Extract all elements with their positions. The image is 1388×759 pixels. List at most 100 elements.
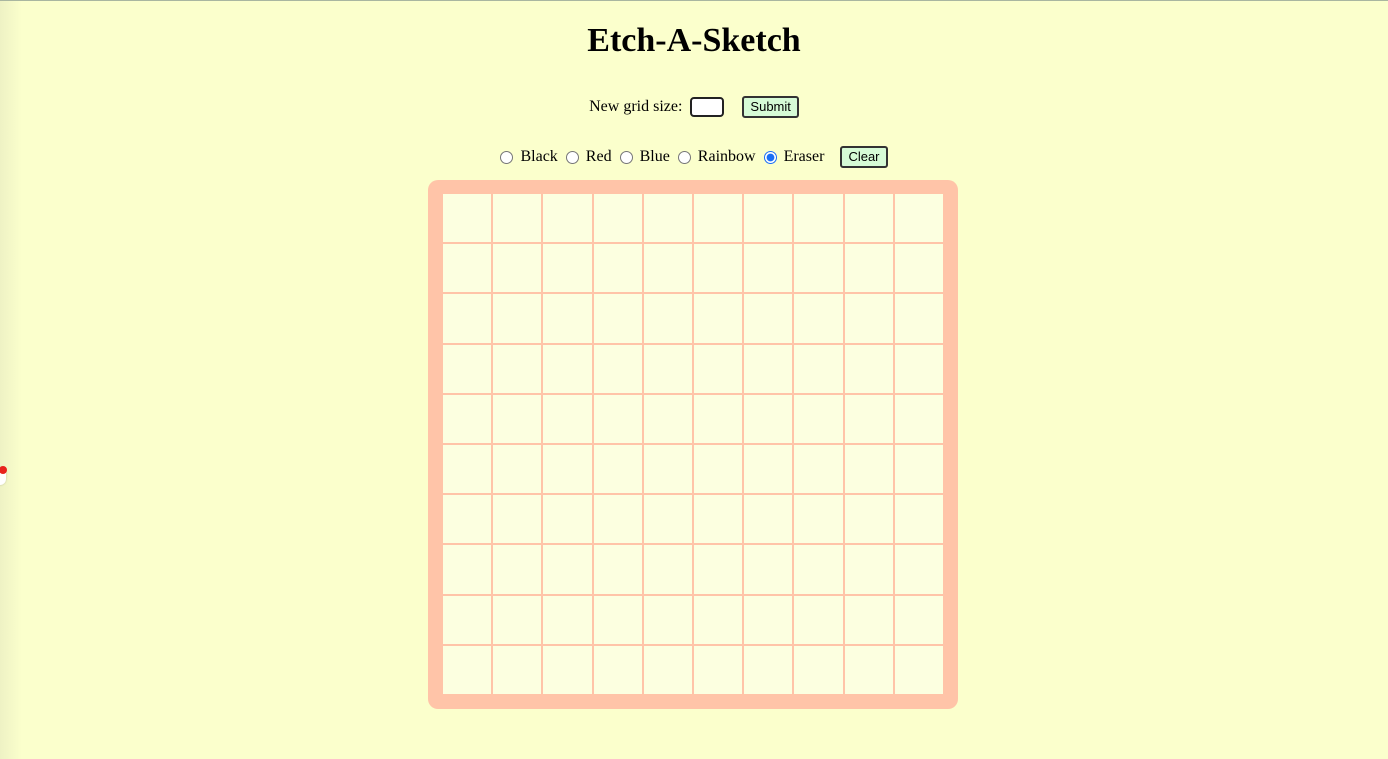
grid-cell[interactable] (894, 194, 943, 243)
grid-cell[interactable] (593, 194, 642, 243)
grid-cell[interactable] (694, 344, 743, 393)
grid-cell[interactable] (694, 394, 743, 443)
grid-cell[interactable] (493, 194, 542, 243)
grid-cell[interactable] (694, 294, 743, 343)
grid-cell[interactable] (493, 294, 542, 343)
grid-cell[interactable] (844, 294, 893, 343)
grid-cell[interactable] (593, 545, 642, 594)
grid-cell[interactable] (794, 194, 843, 243)
grid-cell[interactable] (844, 595, 893, 644)
grid-cell[interactable] (744, 394, 793, 443)
grid-cell[interactable] (543, 645, 592, 694)
radio-eraser[interactable] (763, 150, 777, 164)
grid-cell[interactable] (443, 495, 492, 544)
grid-cell[interactable] (643, 595, 692, 644)
grid-cell[interactable] (844, 344, 893, 393)
grid-cell[interactable] (894, 394, 943, 443)
grid-cell[interactable] (794, 595, 843, 644)
grid-cell[interactable] (694, 445, 743, 494)
grid-cell[interactable] (794, 394, 843, 443)
grid-cell[interactable] (694, 194, 743, 243)
grid-cell[interactable] (543, 394, 592, 443)
grid-cell[interactable] (894, 595, 943, 644)
grid-cell[interactable] (543, 294, 592, 343)
grid-cell[interactable] (593, 344, 642, 393)
grid-cell[interactable] (894, 294, 943, 343)
side-notification-badge[interactable] (0, 466, 7, 485)
grid-cell[interactable] (443, 244, 492, 293)
grid-cell[interactable] (493, 394, 542, 443)
grid-cell[interactable] (643, 394, 692, 443)
grid-cell[interactable] (543, 344, 592, 393)
grid-cell[interactable] (643, 344, 692, 393)
mode-option-eraser[interactable]: Eraser (763, 148, 824, 166)
grid-cell[interactable] (543, 244, 592, 293)
grid-cell[interactable] (744, 545, 793, 594)
grid-cell[interactable] (794, 294, 843, 343)
grid-cell[interactable] (443, 445, 492, 494)
grid-cell[interactable] (643, 645, 692, 694)
grid-cell[interactable] (493, 344, 542, 393)
grid-cell[interactable] (794, 495, 843, 544)
mode-option-rainbow[interactable]: Rainbow (677, 148, 756, 166)
clear-button[interactable]: Clear (840, 146, 888, 168)
grid-cell[interactable] (643, 194, 692, 243)
grid-cell[interactable] (593, 495, 642, 544)
grid-cell[interactable] (694, 595, 743, 644)
grid-cell[interactable] (744, 595, 793, 644)
grid-cell[interactable] (643, 445, 692, 494)
radio-black[interactable] (500, 150, 514, 164)
grid-cell[interactable] (894, 495, 943, 544)
grid-cell[interactable] (844, 495, 893, 544)
grid-cell[interactable] (643, 244, 692, 293)
grid-cell[interactable] (844, 645, 893, 694)
grid-cell[interactable] (694, 495, 743, 544)
grid-cell[interactable] (593, 645, 642, 694)
grid-cell[interactable] (643, 545, 692, 594)
grid-cell[interactable] (493, 495, 542, 544)
grid-cell[interactable] (443, 595, 492, 644)
grid-cell[interactable] (593, 445, 642, 494)
grid-cell[interactable] (593, 294, 642, 343)
grid-cell[interactable] (744, 244, 793, 293)
grid-cell[interactable] (894, 244, 943, 293)
grid-cell[interactable] (493, 645, 542, 694)
grid-cell[interactable] (744, 495, 793, 544)
grid-cell[interactable] (744, 445, 793, 494)
grid-cell[interactable] (794, 344, 843, 393)
grid-cell[interactable] (844, 545, 893, 594)
grid-cell[interactable] (844, 445, 893, 494)
grid-cell[interactable] (443, 545, 492, 594)
mode-option-black[interactable]: Black (500, 148, 558, 166)
grid-cell[interactable] (744, 645, 793, 694)
grid-cell[interactable] (643, 495, 692, 544)
grid-cell[interactable] (543, 445, 592, 494)
grid-cell[interactable] (844, 194, 893, 243)
grid-cell[interactable] (794, 645, 843, 694)
grid-cell[interactable] (493, 244, 542, 293)
grid-cell[interactable] (694, 545, 743, 594)
grid-cell[interactable] (443, 194, 492, 243)
grid-cell[interactable] (593, 595, 642, 644)
grid-cell[interactable] (443, 294, 492, 343)
grid-cell[interactable] (794, 244, 843, 293)
mode-option-red[interactable]: Red (565, 148, 612, 166)
grid-cell[interactable] (894, 344, 943, 393)
grid-cell[interactable] (744, 194, 793, 243)
grid-cell[interactable] (794, 445, 843, 494)
grid-cell[interactable] (593, 394, 642, 443)
grid-cell[interactable] (844, 394, 893, 443)
radio-blue[interactable] (619, 150, 633, 164)
grid-cell[interactable] (894, 645, 943, 694)
grid-cell[interactable] (543, 545, 592, 594)
grid-cell[interactable] (493, 545, 542, 594)
grid-cell[interactable] (694, 645, 743, 694)
grid-cell[interactable] (493, 445, 542, 494)
grid-cell[interactable] (894, 445, 943, 494)
grid-cell[interactable] (744, 344, 793, 393)
grid-cell[interactable] (894, 545, 943, 594)
grid-cell[interactable] (694, 244, 743, 293)
grid-cell[interactable] (443, 394, 492, 443)
grid-cell[interactable] (493, 595, 542, 644)
grid-cell[interactable] (593, 244, 642, 293)
